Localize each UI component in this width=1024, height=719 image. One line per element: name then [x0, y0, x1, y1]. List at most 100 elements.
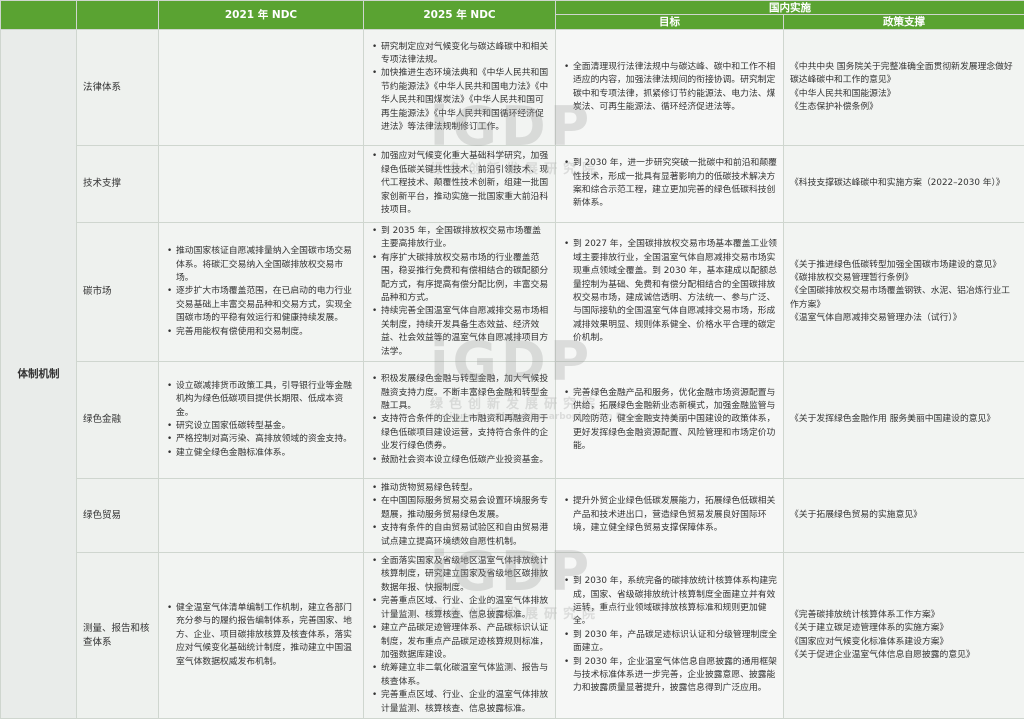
ndc-2021-item: 建立健全绿色金融标准体系。: [176, 447, 357, 460]
ndc-2021-item: 严格控制对高污染、高排放领域的资金支持。: [176, 433, 357, 446]
goal-list: 到 2030 年，进一步研究突破一批碳中和前沿和颠覆性技术，形成一批具有显著影响…: [562, 157, 777, 211]
ndc-2021-cell: 推动国家核证自愿减排量纳入全国碳市场交易体系。将碳汇交易纳入全国碳排放权交易市场…: [159, 223, 364, 362]
ndc-2025-cell: 推动货物贸易绿色转型。在中国国际服务贸易交易会设置环境服务专题展，推动服务贸易绿…: [364, 479, 556, 553]
ndc-2021-item: 设立碳减排货币政策工具，引导银行业等金融机构为绿色低碳项目提供长期限、低成本资金…: [176, 380, 357, 420]
goal-cell: 到 2027 年，全国碳排放权交易市场基本覆盖工业领域主要排放行业，全国温室气体…: [556, 223, 784, 362]
category-label: 绿色金融: [77, 362, 159, 479]
header-domestic: 国内实施: [556, 1, 1024, 15]
ndc-2025-item: 统筹建立非二氧化碳温室气体监测、报告与核查体系。: [381, 662, 549, 689]
ndc-2025-list: 到 2035 年，全国碳排放权交易市场覆盖主要高排放行业。有序扩大碳排放权交易市…: [370, 225, 549, 359]
category-label: 测量、报告和核查体系: [77, 553, 159, 719]
policy-cell: 《关于推进绿色低碳转型加强全国碳市场建设的意见》《碳排放权交易管理暂行条例》《全…: [784, 223, 1024, 362]
category-label: 法律体系: [77, 30, 159, 146]
policy-item: 《国家应对气候变化标准体系建设方案》: [790, 636, 1018, 649]
goal-item: 到 2030 年，产品碳足迹标识认证和分级管理制度全面建立。: [573, 629, 777, 656]
policy-item: 《关于推进绿色低碳转型加强全国碳市场建设的意见》: [790, 259, 1018, 272]
ndc-2021-list: 健全温室气体清单编制工作机制，建立各部门充分参与的履约报告编制体系，完善国家、地…: [165, 602, 357, 669]
ndc-2021-item: 完善用能权有偿使用和交易制度。: [176, 326, 357, 339]
ndc-2025-item: 到 2035 年，全国碳排放权交易市场覆盖主要高排放行业。: [381, 225, 549, 252]
goal-list: 全面清理现行法律法规中与碳达峰、碳中和工作不相适应的内容，加强法律法规间的衔接协…: [562, 61, 777, 115]
ndc-2021-cell: [159, 146, 364, 223]
policy-item: 《关于促进企业温室气体信息自愿披露的意见》: [790, 649, 1018, 662]
goal-item: 到 2030 年，进一步研究突破一批碳中和前沿和颠覆性技术，形成一批具有显著影响…: [573, 157, 777, 211]
ndc-2021-item: 逐步扩大市场覆盖范围，在已启动的电力行业交易基础上丰富交易品种和交易方式，实现全…: [176, 285, 357, 325]
category-label: 绿色贸易: [77, 479, 159, 553]
ndc-2025-item: 支持符合条件的企业上市融资和再融资用于绿色低碳项目建设运营，支持符合条件的企业发…: [381, 413, 549, 453]
header-2025-ndc: 2025 年 NDC: [364, 1, 556, 30]
goal-item: 到 2027 年，全国碳排放权交易市场基本覆盖工业领域主要排放行业，全国温室气体…: [573, 238, 777, 345]
ndc-2025-list: 全面落实国家及省级地区温室气体排放统计核算制度，研究建立国家及省级地区碳排放数据…: [370, 555, 549, 716]
ndc-2025-item: 完善重点区域、行业、企业的温室气体排放计量监测、核算核查、信息披露标准。: [381, 689, 549, 716]
header-2021-ndc: 2021 年 NDC: [159, 1, 364, 30]
ndc-2025-cell: 研究制定应对气候变化与碳达峰碳中和相关专项法律法规。加快推进生态环境法典和《中华…: [364, 30, 556, 146]
policy-item: 《生态保护补偿条例》: [790, 101, 1018, 114]
policy-cell: 《关于发挥绿色金融作用 服务美丽中国建设的意见》: [784, 362, 1024, 479]
policy-item: 《完善碳排放统计核算体系工作方案》: [790, 609, 1018, 622]
goal-list: 到 2027 年，全国碳排放权交易市场基本覆盖工业领域主要排放行业，全国温室气体…: [562, 238, 777, 345]
ndc-2021-list: 设立碳减排货币政策工具，引导银行业等金融机构为绿色低碳项目提供长期限、低成本资金…: [165, 380, 357, 460]
goal-cell: 到 2030 年，进一步研究突破一批碳中和前沿和颠覆性技术，形成一批具有显著影响…: [556, 146, 784, 223]
ndc-2021-item: 研究设立国家低碳转型基金。: [176, 420, 357, 433]
goal-list: 到 2030 年，系统完备的碳排放统计核算体系构建完成，国家、省级碳排放统计核算…: [562, 575, 777, 696]
ndc-2021-cell: 设立碳减排货币政策工具，引导银行业等金融机构为绿色低碳项目提供长期限、低成本资金…: [159, 362, 364, 479]
policy-cell: 《科技支撑碳达峰碳中和实施方案（2022–2030 年）》: [784, 146, 1024, 223]
policy-item: 《中华人民共和国能源法》: [790, 88, 1018, 101]
header-policy: 政策支撑: [784, 15, 1024, 30]
header-goal: 目标: [556, 15, 784, 30]
ndc-2025-item: 有序扩大碳排放权交易市场的行业覆盖范围，稳妥推行免费和有偿相结合的碳配额分配方式…: [381, 252, 549, 306]
ndc-2025-cell: 到 2035 年，全国碳排放权交易市场覆盖主要高排放行业。有序扩大碳排放权交易市…: [364, 223, 556, 362]
ndc-2025-item: 全面落实国家及省级地区温室气体排放统计核算制度，研究建立国家及省级地区碳排放数据…: [381, 555, 549, 595]
ndc-2021-cell: [159, 30, 364, 146]
ndc-2025-item: 建立产品碳足迹管理体系、产品碳标识认证制度，发布重点产品碳足迹核算规则标准，加强…: [381, 622, 549, 662]
policy-item: 《碳排放权交易管理暂行条例》: [790, 272, 1018, 285]
ndc-2021-item: 推动国家核证自愿减排量纳入全国碳市场交易体系。将碳汇交易纳入全国碳排放权交易市场…: [176, 245, 357, 285]
ndc-2025-item: 加快推进生态环境法典和《中华人民共和国节约能源法》《中华人民共和国电力法》《中华…: [381, 67, 549, 134]
ndc-2025-item: 完善重点区域、行业、企业的温室气体排放计量监测、核算核查、信息披露标准。: [381, 595, 549, 622]
goal-item: 提升外贸企业绿色低碳发展能力，拓展绿色低碳相关产品和技术进出口，营造绿色贸易发展…: [573, 495, 777, 535]
ndc-2025-list: 研究制定应对气候变化与碳达峰碳中和相关专项法律法规。加快推进生态环境法典和《中华…: [370, 41, 549, 135]
goal-item: 完善绿色金融产品和服务，优化金融市场资源配置与供给，拓展绿色金融新业态新模式，加…: [573, 387, 777, 454]
ndc-2025-item: 加强应对气候变化重大基础科学研究，加强绿色低碳关键共性技术、前沿引领技术、现代工…: [381, 150, 549, 217]
ndc-2025-cell: 积极发展绿色金融与转型金融，加大气候投融资支持力度。不断丰富绿色金融和转型金融工…: [364, 362, 556, 479]
goal-cell: 提升外贸企业绿色低碳发展能力，拓展绿色低碳相关产品和技术进出口，营造绿色贸易发展…: [556, 479, 784, 553]
goal-item: 到 2030 年，系统完备的碳排放统计核算体系构建完成，国家、省级碳排放统计核算…: [573, 575, 777, 629]
policy-item: 《关于建立碳足迹管理体系的实施方案》: [790, 622, 1018, 635]
ndc-2025-cell: 加强应对气候变化重大基础科学研究，加强绿色低碳关键共性技术、前沿引领技术、现代工…: [364, 146, 556, 223]
category-label: 碳市场: [77, 223, 159, 362]
ndc-2025-item: 研究制定应对气候变化与碳达峰碳中和相关专项法律法规。: [381, 41, 549, 68]
goal-item: 到 2030 年，企业温室气体信息自愿披露的通用框架与技术标准体系进一步完善，企…: [573, 656, 777, 696]
goal-cell: 完善绿色金融产品和服务，优化金融市场资源配置与供给，拓展绿色金融新业态新模式，加…: [556, 362, 784, 479]
mechanism-label: 体制机制: [1, 30, 77, 719]
ndc-2025-item: 鼓励社会资本设立绿色低碳产业投资基金。: [381, 454, 549, 467]
policy-item: 《温室气体自愿减排交易管理办法（试行）》: [790, 312, 1018, 325]
ndc-2025-cell: 全面落实国家及省级地区温室气体排放统计核算制度，研究建立国家及省级地区碳排放数据…: [364, 553, 556, 719]
category-label: 技术支撑: [77, 146, 159, 223]
policy-item: 《中共中央 国务院关于完整准确全面贯彻新发展理念做好碳达峰碳中和工作的意见》: [790, 61, 1018, 88]
goal-cell: 全面清理现行法律法规中与碳达峰、碳中和工作不相适应的内容，加强法律法规间的衔接协…: [556, 30, 784, 146]
ndc-2025-item: 持续完善全国温室气体自愿减排交易市场相关制度，持续开发具备生态效益、经济效益、社…: [381, 305, 549, 359]
ndc-2025-list: 加强应对气候变化重大基础科学研究，加强绿色低碳关键共性技术、前沿引领技术、现代工…: [370, 150, 549, 217]
ndc-2021-cell: 健全温室气体清单编制工作机制，建立各部门充分参与的履约报告编制体系，完善国家、地…: [159, 553, 364, 719]
policy-cell: 《中共中央 国务院关于完整准确全面贯彻新发展理念做好碳达峰碳中和工作的意见》《中…: [784, 30, 1024, 146]
header-blank-cat: [77, 1, 159, 30]
goal-item: 全面清理现行法律法规中与碳达峰、碳中和工作不相适应的内容，加强法律法规间的衔接协…: [573, 61, 777, 115]
ndc-2025-item: 支持有条件的自由贸易试验区和自由贸易港试点建立提高环境绩效自愿性机制。: [381, 522, 549, 549]
ndc-2025-item: 推动货物贸易绿色转型。: [381, 482, 549, 495]
policy-item: 《关于拓展绿色贸易的实施意见》: [790, 509, 1018, 522]
policy-cell: 《关于拓展绿色贸易的实施意见》: [784, 479, 1024, 553]
ndc-2025-list: 推动货物贸易绿色转型。在中国国际服务贸易交易会设置环境服务专题展，推动服务贸易绿…: [370, 482, 549, 549]
goal-list: 完善绿色金融产品和服务，优化金融市场资源配置与供给，拓展绿色金融新业态新模式，加…: [562, 387, 777, 454]
ndc-2021-list: 推动国家核证自愿减排量纳入全国碳市场交易体系。将碳汇交易纳入全国碳排放权交易市场…: [165, 245, 357, 339]
goal-cell: 到 2030 年，系统完备的碳排放统计核算体系构建完成，国家、省级碳排放统计核算…: [556, 553, 784, 719]
policy-item: 《科技支撑碳达峰碳中和实施方案（2022–2030 年）》: [790, 177, 1018, 190]
ndc-2025-list: 积极发展绿色金融与转型金融，加大气候投融资支持力度。不断丰富绿色金融和转型金融工…: [370, 373, 549, 467]
goal-list: 提升外贸企业绿色低碳发展能力，拓展绿色低碳相关产品和技术进出口，营造绿色贸易发展…: [562, 495, 777, 535]
policy-item: 《关于发挥绿色金融作用 服务美丽中国建设的意见》: [790, 413, 1018, 426]
policy-item: 《全国碳排放权交易市场覆盖钢铁、水泥、铝冶炼行业工作方案》: [790, 285, 1018, 312]
header-blank-mech: [1, 1, 77, 30]
ndc-2025-item: 在中国国际服务贸易交易会设置环境服务专题展，推动服务贸易绿色发展。: [381, 495, 549, 522]
ndc-2021-item: 健全温室气体清单编制工作机制，建立各部门充分参与的履约报告编制体系，完善国家、地…: [176, 602, 357, 669]
ndc-2025-item: 积极发展绿色金融与转型金融，加大气候投融资支持力度。不断丰富绿色金融和转型金融工…: [381, 373, 549, 413]
policy-cell: 《完善碳排放统计核算体系工作方案》《关于建立碳足迹管理体系的实施方案》《国家应对…: [784, 553, 1024, 719]
ndc-comparison-table: 2021 年 NDC 2025 年 NDC 国内实施 目标 政策支撑 体制机制法…: [0, 0, 1024, 719]
